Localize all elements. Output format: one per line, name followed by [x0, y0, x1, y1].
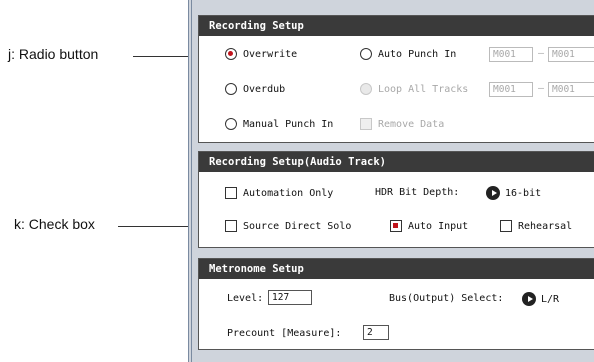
level-label: Level:: [227, 293, 264, 304]
overwrite-radio[interactable]: Overwrite: [225, 48, 297, 60]
remove-data-label: Remove Data: [378, 118, 445, 130]
checkbox-checked-icon: [390, 220, 402, 232]
overdub-label: Overdub: [243, 83, 286, 95]
automation-only-checkbox[interactable]: Automation Only: [225, 187, 333, 199]
punch-in-start-field[interactable]: M001: [489, 47, 533, 62]
radio-button-callout: j: Radio button: [8, 46, 99, 62]
loop-start-field[interactable]: M001: [489, 82, 533, 97]
popup-arrow-icon: [522, 292, 536, 306]
auto-input-checkbox[interactable]: Auto Input: [390, 220, 468, 232]
precount-field[interactable]: 2: [363, 325, 389, 340]
audio-track-panel: Recording Setup(Audio Track) Automation …: [198, 151, 594, 248]
checkbox-icon: [225, 187, 237, 199]
rehearsal-checkbox[interactable]: Rehearsal: [500, 220, 572, 232]
manual-punch-in-label: Manual Punch In: [243, 118, 334, 130]
frame-edge: [188, 0, 189, 362]
remove-data-checkbox[interactable]: Remove Data: [360, 118, 444, 130]
source-direct-solo-checkbox[interactable]: Source Direct Solo: [225, 220, 351, 232]
check-box-callout: k: Check box: [14, 216, 95, 232]
checkbox-icon: [225, 220, 237, 232]
auto-punch-in-radio[interactable]: Auto Punch In: [360, 48, 456, 60]
hdr-bit-depth-popup[interactable]: 16-bit: [486, 186, 541, 200]
automation-only-label: Automation Only: [243, 187, 334, 199]
metronome-title: Metronome Setup: [199, 259, 594, 279]
source-direct-solo-label: Source Direct Solo: [243, 220, 352, 232]
loop-end-field[interactable]: M001: [548, 82, 594, 97]
recording-setup-panel: Recording Setup Overwrite Auto Punch In …: [198, 15, 594, 143]
radio-selected-icon: [225, 48, 237, 60]
punch-in-end-field[interactable]: M001: [548, 47, 594, 62]
range-dash: –: [538, 83, 545, 94]
loop-all-tracks-label: Loop All Tracks: [378, 83, 469, 95]
hdr-bit-depth-value: 16-bit: [505, 187, 542, 199]
overwrite-label: Overwrite: [243, 48, 298, 60]
recording-setup-title: Recording Setup: [199, 16, 594, 36]
bus-select-value: L/R: [541, 293, 560, 305]
metronome-panel: Metronome Setup Level: 127 Bus(Output) S…: [198, 258, 594, 350]
radio-icon: [225, 83, 237, 95]
popup-arrow-icon: [486, 186, 500, 200]
precount-label: Precount [Measure]:: [227, 328, 342, 339]
range-dash: –: [538, 48, 545, 59]
radio-disabled-icon: [360, 83, 372, 95]
loop-all-tracks-radio[interactable]: Loop All Tracks: [360, 83, 468, 95]
level-field[interactable]: 127: [268, 290, 312, 305]
checkbox-disabled-icon: [360, 118, 372, 130]
bus-select-popup[interactable]: L/R: [522, 292, 559, 306]
radio-icon: [225, 118, 237, 130]
audio-track-title: Recording Setup(Audio Track): [199, 152, 594, 172]
manual-punch-in-radio[interactable]: Manual Punch In: [225, 118, 333, 130]
rehearsal-label: Rehearsal: [518, 220, 573, 232]
auto-input-label: Auto Input: [408, 220, 469, 232]
radio-icon: [360, 48, 372, 60]
frame-edge-inner: [191, 0, 192, 362]
auto-punch-in-label: Auto Punch In: [378, 48, 457, 60]
hdr-bit-depth-label: HDR Bit Depth:: [375, 187, 460, 198]
checkbox-icon: [500, 220, 512, 232]
bus-select-label: Bus(Output) Select:: [389, 293, 504, 304]
overdub-radio[interactable]: Overdub: [225, 83, 285, 95]
